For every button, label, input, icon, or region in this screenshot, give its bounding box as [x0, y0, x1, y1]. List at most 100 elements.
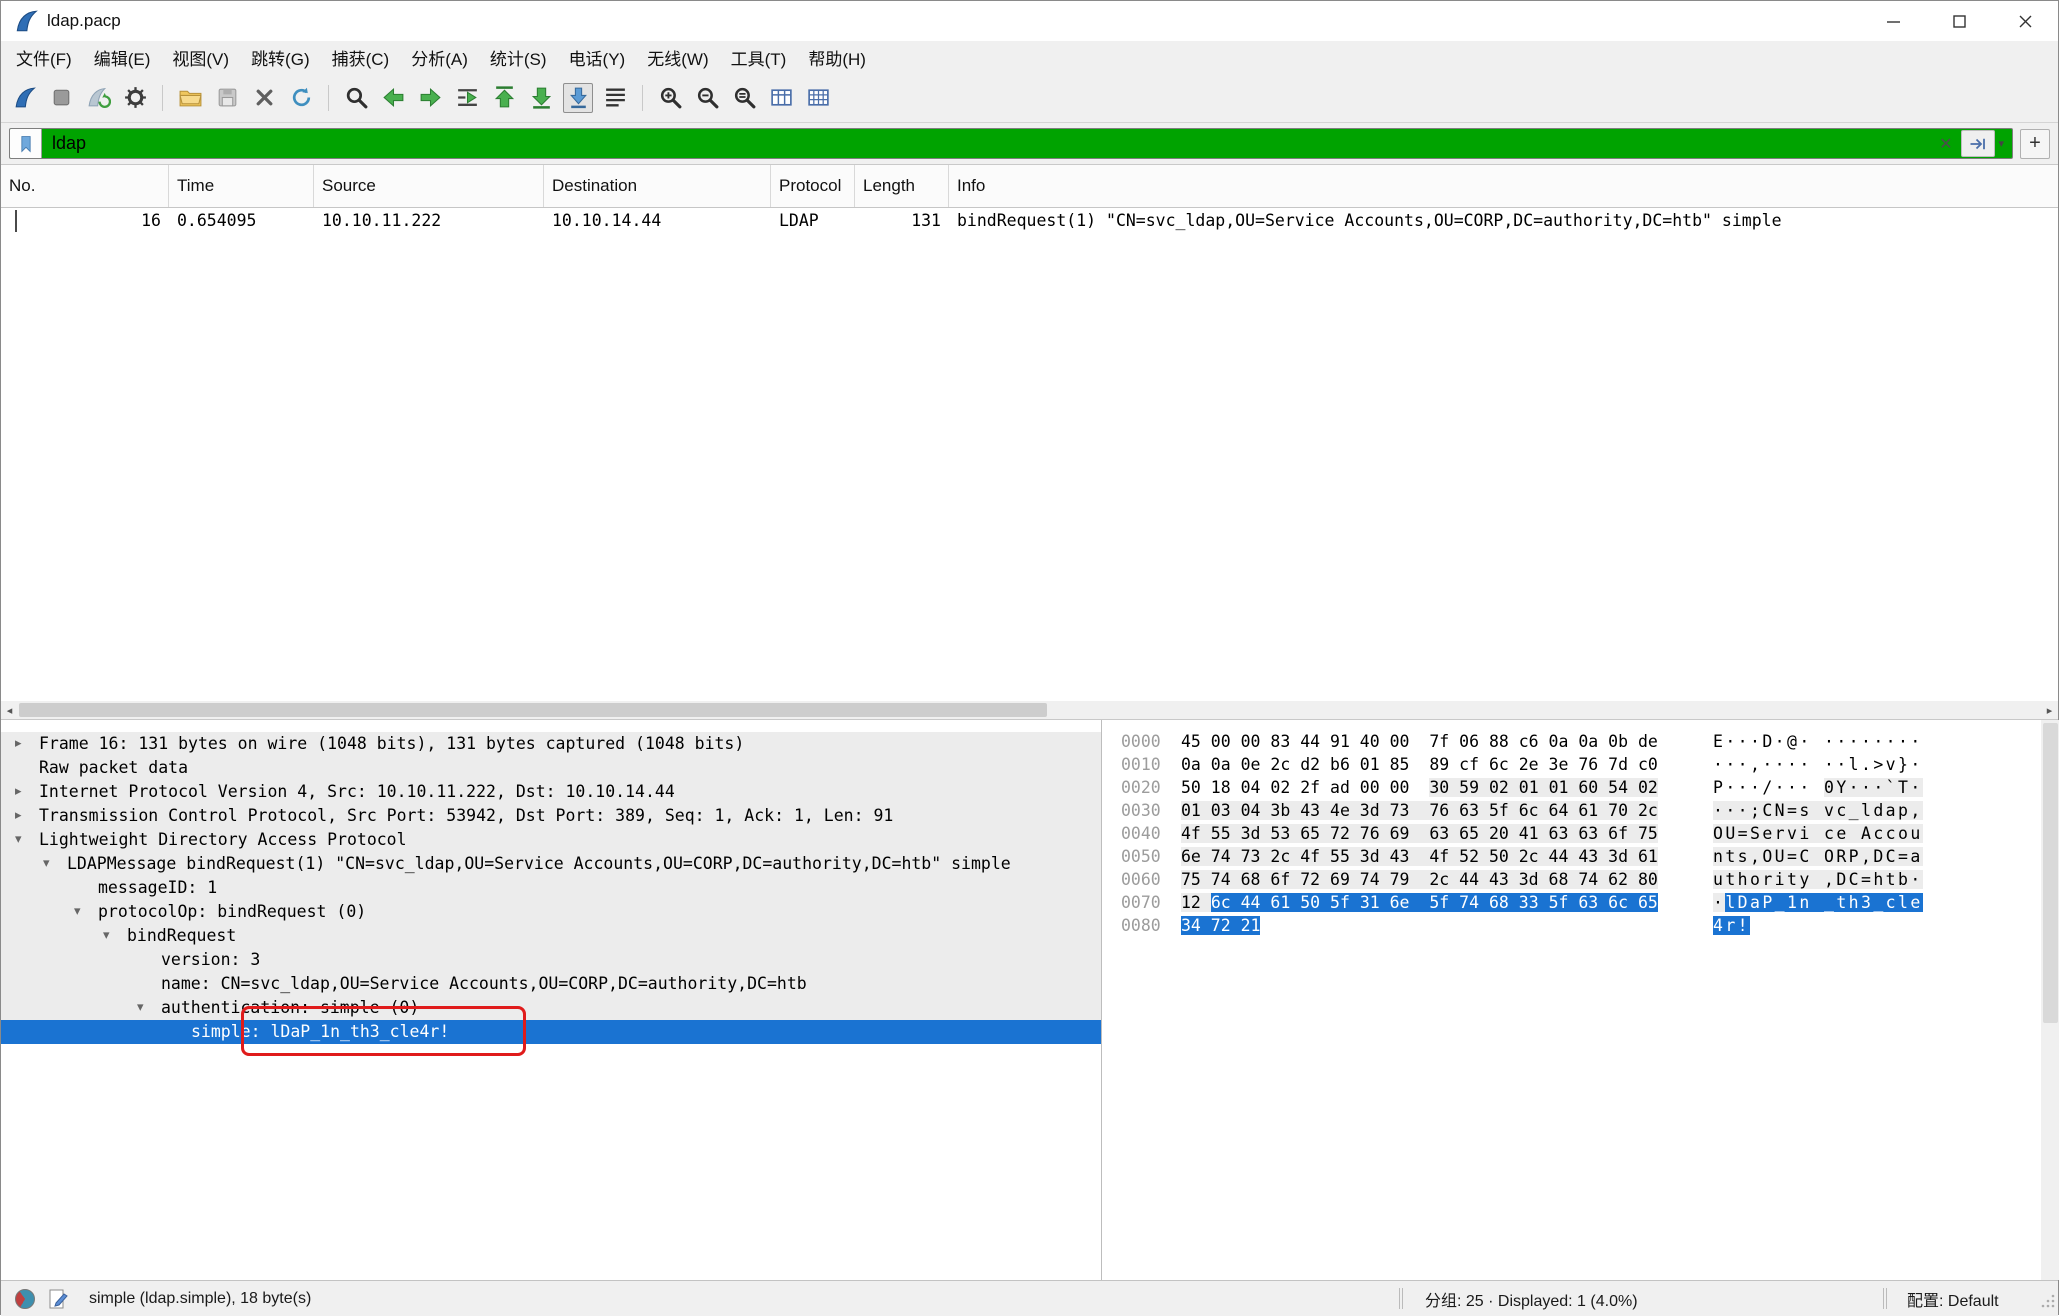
- expert-info-button[interactable]: [15, 1281, 35, 1316]
- scroll-right-icon[interactable]: ▸: [2041, 701, 2058, 719]
- menu-item-capture[interactable]: 捕获(C): [321, 41, 401, 73]
- menu-item-statistics[interactable]: 统计(S): [479, 41, 558, 73]
- detail-row[interactable]: ▾Lightweight Directory Access Protocol: [1, 828, 1101, 852]
- hex-row[interactable]: 000045 00 00 83 44 91 40 00 7f 06 88 c6 …: [1102, 730, 2041, 753]
- maximize-button[interactable]: [1926, 1, 1992, 41]
- collapsed-arrow-icon[interactable]: ▸: [15, 804, 22, 828]
- collapsed-arrow-icon[interactable]: ▸: [15, 780, 22, 804]
- packet-details-pane[interactable]: ▸Frame 16: 131 bytes on wire (1048 bits)…: [1, 720, 1101, 1280]
- detail-row[interactable]: ▸Internet Protocol Version 4, Src: 10.10…: [1, 780, 1101, 804]
- expanded-arrow-icon[interactable]: ▾: [43, 852, 50, 876]
- expanded-arrow-icon[interactable]: ▾: [74, 900, 81, 924]
- expanded-arrow-icon[interactable]: ▾: [103, 924, 110, 948]
- hex-row[interactable]: 006075 74 68 6f 72 69 74 79 2c 44 43 3d …: [1102, 868, 2041, 891]
- hex-bytes[interactable]: 0a 0a 0e 2c d2 b6 01 85 89 cf 6c 2e 3e 7…: [1181, 753, 1658, 776]
- go-to-packet-button[interactable]: [452, 83, 482, 113]
- column-header-info[interactable]: Info: [949, 165, 2059, 207]
- hex-bytes[interactable]: 34 72 21: [1181, 914, 1260, 937]
- minimize-button[interactable]: [1860, 1, 1926, 41]
- menu-item-file[interactable]: 文件(F): [5, 41, 83, 73]
- scroll-left-icon[interactable]: ◂: [1, 701, 18, 719]
- detail-row[interactable]: ▾protocolOp: bindRequest (0): [1, 900, 1101, 924]
- menu-item-tools[interactable]: 工具(T): [720, 41, 798, 73]
- detail-row[interactable]: ▸Transmission Control Protocol, Src Port…: [1, 804, 1101, 828]
- hex-ascii[interactable]: uthority ,DC=htb·: [1713, 868, 1923, 891]
- hex-bytes[interactable]: 4f 55 3d 53 65 72 76 69 63 65 20 41 63 6…: [1181, 822, 1658, 845]
- column-header-no[interactable]: No.: [1, 165, 169, 207]
- hex-row[interactable]: 00100a 0a 0e 2c d2 b6 01 85 89 cf 6c 2e …: [1102, 753, 2041, 776]
- column-header-destination[interactable]: Destination: [544, 165, 771, 207]
- menu-item-analyze[interactable]: 分析(A): [400, 41, 479, 73]
- reload-file-button[interactable]: [286, 83, 316, 113]
- horizontal-scroll-thumb[interactable]: [19, 703, 1047, 717]
- detail-row[interactable]: ▾bindRequest: [1, 924, 1101, 948]
- menu-item-wireless[interactable]: 无线(W): [636, 41, 719, 73]
- hex-row[interactable]: 007012 6c 44 61 50 5f 31 6e 5f 74 68 33 …: [1102, 891, 2041, 914]
- hex-bytes[interactable]: 45 00 00 83 44 91 40 00 7f 06 88 c6 0a 0…: [1181, 730, 1658, 753]
- detail-row[interactable]: ▸Frame 16: 131 bytes on wire (1048 bits)…: [1, 732, 1101, 756]
- hex-ascii[interactable]: P···/··· 0Y···`T·: [1713, 776, 1923, 799]
- resize-columns-button[interactable]: [766, 83, 796, 113]
- vertical-scrollbar[interactable]: [2041, 720, 2059, 1280]
- column-header-source[interactable]: Source: [314, 165, 544, 207]
- column-header-time[interactable]: Time: [169, 165, 314, 207]
- expanded-arrow-icon[interactable]: ▾: [137, 996, 144, 1020]
- filter-text[interactable]: ldap: [52, 133, 1930, 154]
- profile-text[interactable]: 配置: Default: [1907, 1281, 1999, 1316]
- zoom-out-button[interactable]: [692, 83, 722, 113]
- display-filter-input[interactable]: ldap ✕ ▾: [9, 128, 2013, 159]
- zoom-in-button[interactable]: [655, 83, 685, 113]
- detail-row[interactable]: ▾LDAPMessage bindRequest(1) "CN=svc_ldap…: [1, 852, 1101, 876]
- close-button[interactable]: [1992, 1, 2058, 41]
- find-packet-button[interactable]: [341, 83, 371, 113]
- horizontal-scrollbar[interactable]: ◂ ▸: [1, 701, 2058, 720]
- hex-ascii[interactable]: E···D·@· ········: [1713, 730, 1923, 753]
- hex-ascii[interactable]: OU=Servi ce Accou: [1713, 822, 1923, 845]
- zoom-original-button[interactable]: [729, 83, 759, 113]
- open-file-button[interactable]: [175, 83, 205, 113]
- collapsed-arrow-icon[interactable]: ▸: [15, 732, 22, 756]
- filter-clear-icon[interactable]: ✕: [1939, 134, 1952, 154]
- hex-row[interactable]: 002050 18 04 02 2f ad 00 00 30 59 02 01 …: [1102, 776, 2041, 799]
- hex-ascii[interactable]: ·lDaP_1n _th3_cle: [1713, 891, 1923, 914]
- column-header-length[interactable]: Length: [855, 165, 949, 207]
- restart-capture-button[interactable]: [83, 83, 113, 113]
- go-first-button[interactable]: [489, 83, 519, 113]
- resize-grip-icon[interactable]: [2041, 1293, 2056, 1308]
- packet-list[interactable]: 160.65409510.10.11.22210.10.14.44LDAP131…: [1, 208, 2058, 701]
- hex-row[interactable]: 008034 72 214r!: [1102, 914, 2041, 937]
- detail-row[interactable]: name: CN=svc_ldap,OU=Service Accounts,OU…: [1, 972, 1101, 996]
- hex-ascii[interactable]: ···;CN=s vc_ldap,: [1713, 799, 1923, 822]
- capture-comment-button[interactable]: [49, 1281, 69, 1316]
- hex-bytes[interactable]: 75 74 68 6f 72 69 74 79 2c 44 43 3d 68 7…: [1181, 868, 1658, 891]
- resize-all-columns-button[interactable]: [803, 83, 833, 113]
- detail-row[interactable]: version: 3: [1, 948, 1101, 972]
- menu-item-telephony[interactable]: 电话(Y): [558, 41, 637, 73]
- hex-row[interactable]: 00404f 55 3d 53 65 72 76 69 63 65 20 41 …: [1102, 822, 2041, 845]
- autoscroll-button[interactable]: [563, 83, 593, 113]
- menu-item-edit[interactable]: 编辑(E): [83, 41, 162, 73]
- colorize-button[interactable]: [600, 83, 630, 113]
- packet-row[interactable]: 160.65409510.10.11.22210.10.14.44LDAP131…: [1, 208, 2058, 234]
- filter-dropdown-icon[interactable]: ▾: [1998, 137, 2004, 150]
- hex-bytes[interactable]: 01 03 04 3b 43 4e 3d 73 76 63 5f 6c 64 6…: [1181, 799, 1658, 822]
- go-forward-button[interactable]: [415, 83, 445, 113]
- detail-row[interactable]: Raw packet data: [1, 756, 1101, 780]
- save-file-button[interactable]: [212, 83, 242, 113]
- hex-ascii[interactable]: ···,···· ··l.>v}·: [1713, 753, 1923, 776]
- hex-row[interactable]: 00506e 74 73 2c 4f 55 3d 43 4f 52 50 2c …: [1102, 845, 2041, 868]
- capture-options-button[interactable]: [120, 83, 150, 113]
- filter-apply-button[interactable]: [1961, 130, 1995, 157]
- stop-capture-button[interactable]: [46, 83, 76, 113]
- hex-bytes[interactable]: 50 18 04 02 2f ad 00 00 30 59 02 01 01 6…: [1181, 776, 1658, 799]
- column-header-protocol[interactable]: Protocol: [771, 165, 855, 207]
- hex-dump-pane[interactable]: 000045 00 00 83 44 91 40 00 7f 06 88 c6 …: [1102, 720, 2041, 1280]
- hex-ascii[interactable]: 4r!: [1713, 914, 1750, 937]
- hex-bytes[interactable]: 12 6c 44 61 50 5f 31 6e 5f 74 68 33 5f 6…: [1181, 891, 1658, 914]
- go-last-button[interactable]: [526, 83, 556, 113]
- detail-row-selected[interactable]: simple: lDaP_1n_th3_cle4r!: [1, 1020, 1101, 1044]
- menu-item-go[interactable]: 跳转(G): [240, 41, 321, 73]
- start-capture-button[interactable]: [9, 83, 39, 113]
- close-file-button[interactable]: [249, 83, 279, 113]
- filter-bookmark-button[interactable]: [10, 129, 42, 158]
